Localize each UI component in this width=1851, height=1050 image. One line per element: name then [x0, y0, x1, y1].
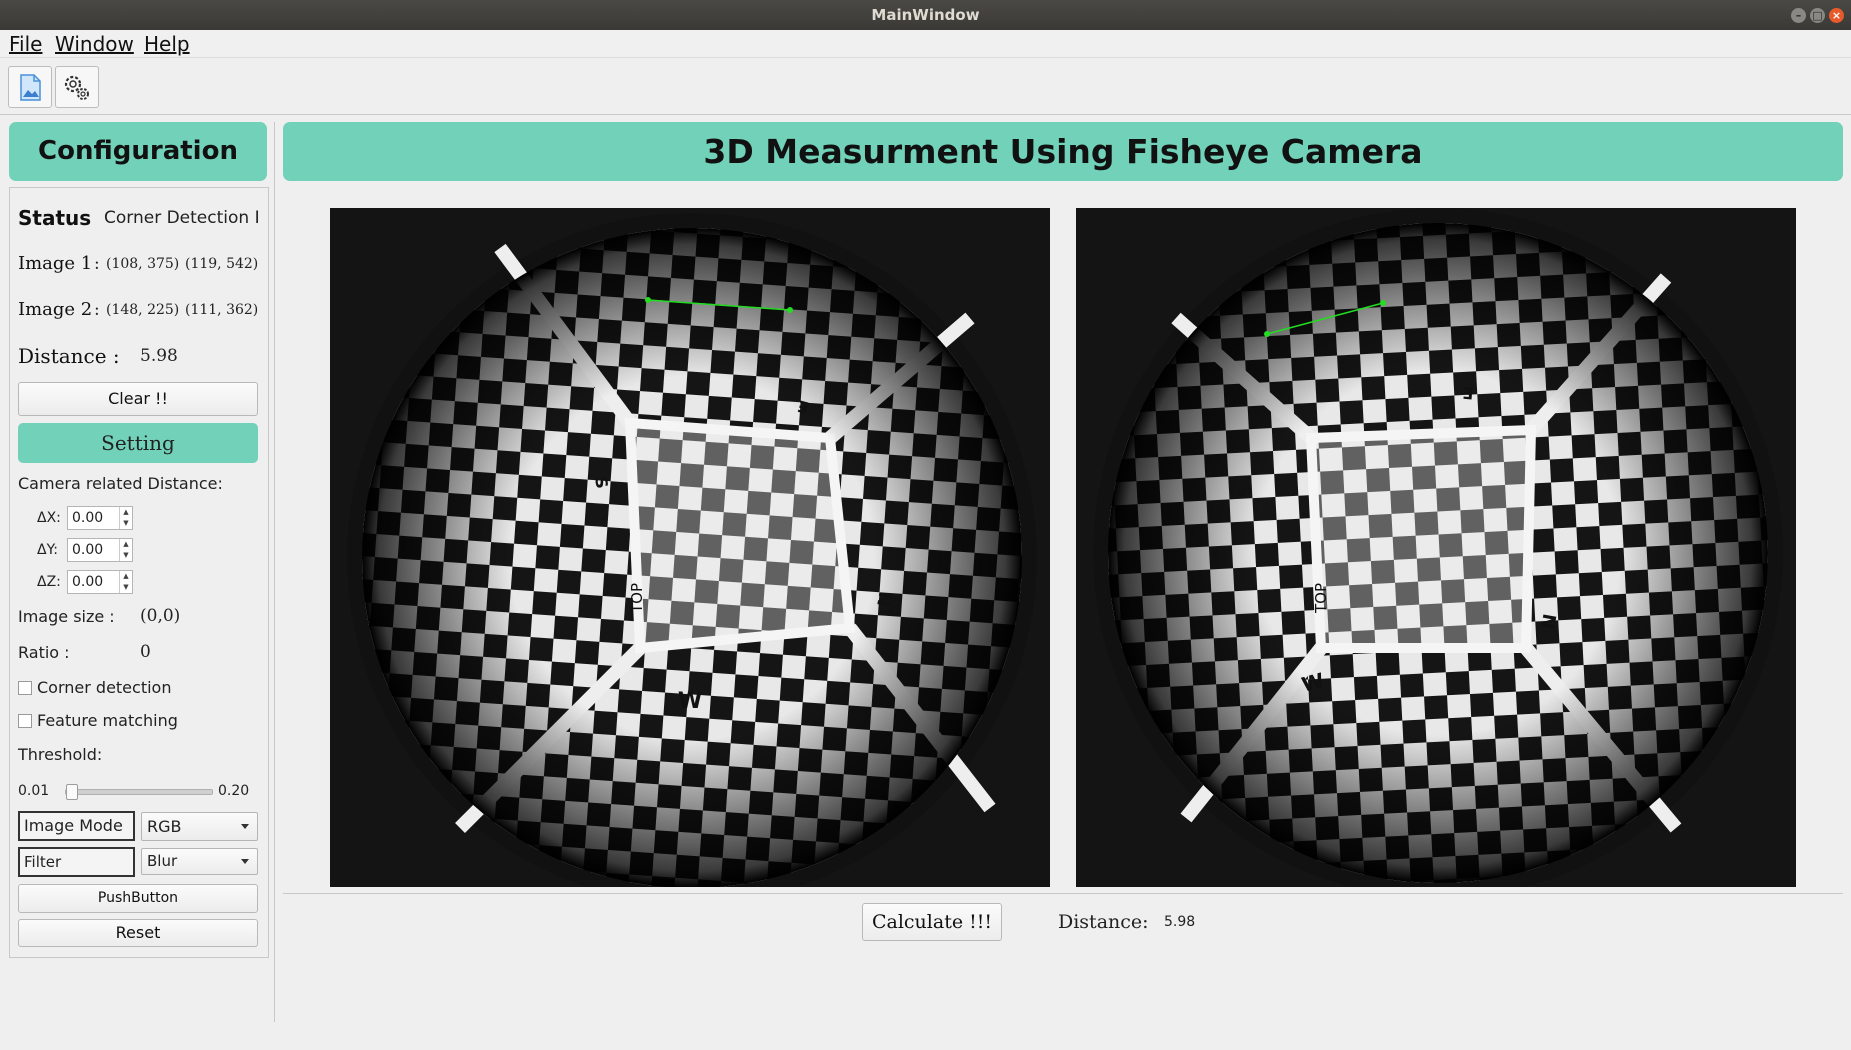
colon-separator: :: [94, 254, 100, 274]
image2-label: Image 2: [18, 299, 93, 320]
left-fisheye-view: W TOP S E N: [347, 213, 1037, 887]
threshold-slider[interactable]: [65, 784, 213, 800]
measurement-point: [787, 307, 793, 313]
threshold-min: 0.01: [18, 783, 50, 799]
main-distance-label: Distance:: [1058, 911, 1149, 933]
dropdown-arrow-icon: [241, 859, 249, 864]
image-mode-label: Image Mode: [18, 811, 135, 841]
window-title-bar: MainWindow – □ ×: [0, 0, 1851, 30]
window-title: MainWindow: [871, 6, 980, 24]
dx-value: 0.00: [72, 510, 104, 526]
menu-bar: File Window Help: [0, 30, 1851, 58]
open-image-button[interactable]: [8, 66, 52, 108]
measurement-point: [645, 297, 651, 303]
minimize-icon[interactable]: –: [1791, 8, 1806, 23]
push-button[interactable]: PushButton: [18, 884, 258, 913]
colon-separator: :: [94, 300, 100, 320]
main-divider: [283, 893, 1843, 894]
reset-button[interactable]: Reset: [18, 919, 258, 947]
dy-label: ΔY:: [37, 542, 58, 558]
spin-arrows-icon[interactable]: ▲ ▼: [119, 507, 132, 529]
camera-distance-label: Camera related Distance:: [18, 474, 223, 493]
gears-icon: [64, 75, 89, 100]
corner-detection-label: Corner detection: [37, 678, 172, 697]
dx-label: ΔX:: [37, 510, 61, 526]
filter-select[interactable]: Blur: [141, 848, 258, 875]
image-file-icon: [20, 74, 41, 101]
marker-e: E: [1462, 383, 1475, 403]
image1-point1: (108, 375): [106, 256, 180, 272]
filter-label: Filter: [18, 847, 135, 877]
image2-point1: (148, 225): [106, 302, 180, 318]
corner-detection-checkbox[interactable]: [18, 681, 32, 695]
marker-top: TOP: [628, 583, 646, 614]
dz-spinbox[interactable]: 0.00 ▲ ▼: [67, 570, 133, 594]
feature-matching-checkbox[interactable]: [18, 714, 32, 728]
panel-divider: [274, 122, 275, 1022]
configuration-header: Configuration: [9, 122, 267, 181]
image-mode-value: RGB: [147, 817, 182, 836]
distance-label: Distance :: [18, 344, 120, 368]
distance-value: 5.98: [140, 346, 178, 366]
image-size-value: (0,0): [140, 606, 181, 626]
close-icon[interactable]: ×: [1829, 8, 1844, 23]
dz-label: ΔZ:: [37, 574, 61, 590]
marker-top: TOP: [1312, 583, 1330, 614]
settings-button[interactable]: [55, 66, 99, 108]
main-title: 3D Measurment Using Fisheye Camera: [283, 122, 1843, 181]
right-camera-image[interactable]: W TOP S E N: [1076, 208, 1796, 887]
measurement-point: [1380, 300, 1386, 306]
main-distance-value: 5.98: [1164, 914, 1196, 930]
measurement-point: [1264, 331, 1270, 337]
dropdown-arrow-icon: [241, 824, 249, 829]
image-size-label: Image size :: [18, 607, 115, 626]
threshold-max: 0.20: [218, 783, 250, 799]
threshold-label: Threshold:: [18, 745, 103, 764]
marker-w: W: [678, 689, 702, 714]
image1-point2: (119, 542): [185, 256, 259, 272]
spin-arrows-icon[interactable]: ▲ ▼: [119, 539, 132, 561]
dz-value: 0.00: [72, 574, 104, 590]
status-value: Corner Detection Pr: [104, 208, 258, 228]
maximize-icon[interactable]: □: [1810, 8, 1825, 23]
dy-spinbox[interactable]: 0.00 ▲ ▼: [67, 538, 133, 562]
right-fisheye-view: W TOP S E N: [1093, 208, 1783, 887]
image1-label: Image 1: [18, 253, 93, 274]
ratio-label: Ratio :: [18, 643, 70, 662]
feature-matching-label: Feature matching: [37, 711, 178, 730]
spin-arrows-icon[interactable]: ▲ ▼: [119, 571, 132, 593]
calculate-button[interactable]: Calculate !!!: [862, 903, 1002, 941]
dx-spinbox[interactable]: 0.00 ▲ ▼: [67, 506, 133, 530]
toolbar: [0, 58, 1851, 115]
ratio-value: 0: [140, 642, 151, 662]
setting-button[interactable]: Setting: [18, 423, 258, 463]
slider-handle[interactable]: [66, 784, 78, 800]
menu-file[interactable]: File: [9, 32, 42, 56]
filter-value: Blur: [147, 852, 178, 870]
menu-window[interactable]: Window: [55, 32, 134, 56]
clear-button[interactable]: Clear !!: [18, 382, 258, 416]
status-label: Status: [18, 206, 92, 230]
menu-help[interactable]: Help: [144, 32, 190, 56]
image-mode-select[interactable]: RGB: [141, 812, 258, 841]
image2-point2: (111, 362): [185, 302, 259, 318]
dy-value: 0.00: [72, 542, 104, 558]
left-camera-image[interactable]: W TOP S E N: [330, 208, 1050, 887]
